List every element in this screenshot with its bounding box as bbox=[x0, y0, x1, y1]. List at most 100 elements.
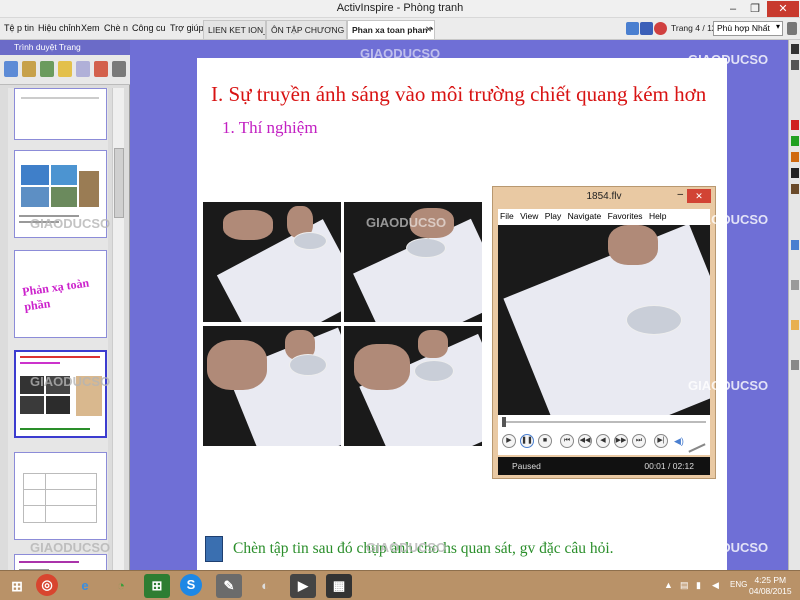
restore-button[interactable]: ❐ bbox=[744, 1, 766, 17]
color-swatch[interactable] bbox=[791, 152, 799, 162]
page-browser: Trình duyệt Trang Phản xạ toàn phần bbox=[0, 40, 130, 600]
tab-label: LIEN KET ION_ bbox=[208, 25, 266, 35]
menu-help[interactable]: Trợ giúp bbox=[170, 23, 204, 33]
volume-tray-icon[interactable]: ◀ bbox=[712, 580, 719, 591]
media-player-icon[interactable]: ▶ bbox=[290, 574, 316, 598]
pause-icon[interactable]: ❚❚ bbox=[520, 434, 534, 448]
ie-icon[interactable]: e bbox=[72, 574, 98, 598]
actions-icon[interactable] bbox=[94, 61, 108, 77]
watermark: GIAODUCSO bbox=[688, 52, 769, 67]
close-button[interactable]: ✕ bbox=[767, 1, 799, 17]
page-thumbnail[interactable] bbox=[14, 88, 107, 140]
menu-edit[interactable]: Hiệu chỉnh bbox=[38, 23, 81, 33]
player-menu-help[interactable]: Help bbox=[649, 211, 666, 221]
watermark: GIAODUCSO bbox=[30, 540, 111, 555]
palette-tool-icon[interactable] bbox=[791, 280, 799, 290]
zoom-select[interactable]: Phù hợp Nhất ▾ bbox=[713, 21, 783, 36]
properties-icon[interactable] bbox=[76, 61, 90, 77]
color-swatch[interactable] bbox=[791, 168, 799, 178]
tab-lien-ket-ion[interactable]: LIEN KET ION_ bbox=[203, 20, 266, 39]
windows-start-icon[interactable]: ⊞ bbox=[4, 574, 30, 598]
player-menu-file[interactable]: File bbox=[500, 211, 514, 221]
stop-icon[interactable]: ■ bbox=[538, 434, 552, 448]
zoom-value: Phù hợp Nhất bbox=[717, 23, 770, 33]
network-icon[interactable]: ▤ bbox=[680, 580, 689, 591]
skip-back-icon[interactable]: ⏮ bbox=[560, 434, 574, 448]
palette-tool-icon[interactable] bbox=[791, 360, 799, 370]
palette-tool-icon[interactable] bbox=[791, 320, 799, 330]
media-file-icon[interactable] bbox=[205, 536, 223, 562]
tray-arrow-icon[interactable]: ▲ bbox=[664, 580, 673, 590]
skip-forward-icon[interactable]: ⏭ bbox=[632, 434, 646, 448]
watermark: GIAODUCSO bbox=[360, 46, 441, 61]
browser-scrollbar[interactable] bbox=[112, 88, 124, 598]
app-icon[interactable]: ✎ bbox=[216, 574, 242, 598]
menu-file[interactable]: Tệ p tin bbox=[4, 23, 34, 33]
chrome-icon[interactable]: ◎ bbox=[36, 574, 58, 596]
player-status: Paused bbox=[512, 461, 541, 471]
slide-heading: I. Sự truyền ánh sáng vào môi trường chi… bbox=[211, 82, 707, 106]
resources-icon[interactable] bbox=[22, 61, 36, 77]
signal-icon[interactable]: ▮ bbox=[696, 580, 701, 591]
seek-handle[interactable] bbox=[502, 417, 506, 427]
color-swatch[interactable] bbox=[791, 120, 799, 130]
page-thumbnail-current[interactable] bbox=[14, 350, 107, 438]
toolbar-more-icon[interactable] bbox=[787, 22, 797, 35]
color-swatch[interactable] bbox=[791, 184, 799, 194]
palette-tool-icon[interactable] bbox=[791, 44, 799, 54]
clock[interactable]: 4:25 PM 04/08/2015 bbox=[749, 575, 792, 597]
experiment-photo-3[interactable] bbox=[203, 326, 341, 446]
player-menu-play[interactable]: Play bbox=[545, 211, 562, 221]
player-menu-favorites[interactable]: Favorites bbox=[608, 211, 643, 221]
rewind-icon[interactable]: ◀◀ bbox=[578, 434, 592, 448]
player-close-button[interactable]: ✕ bbox=[687, 189, 711, 203]
tab-on-tap[interactable]: ÔN TẬP CHƯƠNG II bbox=[266, 20, 347, 39]
watermark: GIAODUCSO bbox=[688, 540, 769, 555]
toolbox-icon[interactable] bbox=[626, 22, 639, 35]
menu-view[interactable]: Xem bbox=[81, 23, 100, 33]
browser-toolbar bbox=[0, 55, 130, 85]
taskbar: ⊞ ◎ e ◔ ⊞ S ✎ ◐ ▶ ▦ ▲ ▤ ▮ ◀ ENG 4:25 PM … bbox=[0, 570, 800, 600]
color-swatch[interactable] bbox=[791, 136, 799, 146]
page-thumbnail[interactable] bbox=[14, 452, 107, 540]
volume-slider[interactable] bbox=[688, 443, 706, 453]
page-icon[interactable] bbox=[640, 22, 653, 35]
excel-icon[interactable]: ⊞ bbox=[144, 574, 170, 598]
player-menu-navigate[interactable]: Navigate bbox=[568, 211, 602, 221]
tab-phan-xa[interactable]: Phan xa toan phan * ✕ bbox=[347, 20, 435, 39]
experiment-photo-4[interactable] bbox=[344, 326, 482, 446]
objects-icon[interactable] bbox=[40, 61, 54, 77]
seek-bar[interactable] bbox=[498, 415, 710, 429]
film-icon[interactable]: ▦ bbox=[326, 574, 352, 598]
scrollbar-thumb[interactable] bbox=[114, 148, 124, 218]
menu-insert[interactable]: Chè n bbox=[104, 23, 128, 33]
player-menu-view[interactable]: View bbox=[520, 211, 538, 221]
palette-tool-icon[interactable] bbox=[791, 60, 799, 70]
experiment-photo-1[interactable] bbox=[203, 202, 341, 322]
pages-icon[interactable] bbox=[4, 61, 18, 77]
play-icon[interactable]: ▶ bbox=[502, 434, 516, 448]
player-time: 00:01 / 02:12 bbox=[644, 461, 694, 471]
minimize-button[interactable]: – bbox=[722, 1, 744, 17]
volume-icon[interactable]: ◀) bbox=[674, 436, 684, 447]
media-player-window[interactable]: 1854.flv – ✕ File View Play Navigate Fav… bbox=[492, 186, 716, 479]
coccoc-icon[interactable]: ◔ bbox=[108, 574, 134, 598]
page-thumbnail[interactable]: Phản xạ toàn phần bbox=[14, 250, 107, 338]
forward-icon[interactable]: ▶▶ bbox=[614, 434, 628, 448]
page-thumbnails: Phản xạ toàn phần bbox=[8, 88, 108, 600]
voting-icon[interactable] bbox=[112, 61, 126, 77]
activinspire-icon[interactable]: ◐ bbox=[252, 574, 278, 598]
tab-label: Phan xa toan phan * bbox=[352, 25, 434, 35]
player-video[interactable] bbox=[498, 225, 710, 415]
record-icon[interactable] bbox=[654, 22, 667, 35]
skype-icon[interactable]: S bbox=[180, 574, 202, 596]
language-indicator[interactable]: ENG bbox=[730, 580, 747, 589]
step-icon[interactable]: ▶| bbox=[654, 434, 668, 448]
menu-tools[interactable]: Công cu bbox=[132, 23, 166, 33]
player-status-bar: Paused 00:01 / 02:12 bbox=[498, 457, 710, 475]
close-icon[interactable]: ✕ bbox=[425, 25, 432, 34]
player-minimize-button[interactable]: – bbox=[677, 189, 683, 200]
palette-tool-icon[interactable] bbox=[791, 240, 799, 250]
step-back-icon[interactable]: ◀ bbox=[596, 434, 610, 448]
notes-icon[interactable] bbox=[58, 61, 72, 77]
